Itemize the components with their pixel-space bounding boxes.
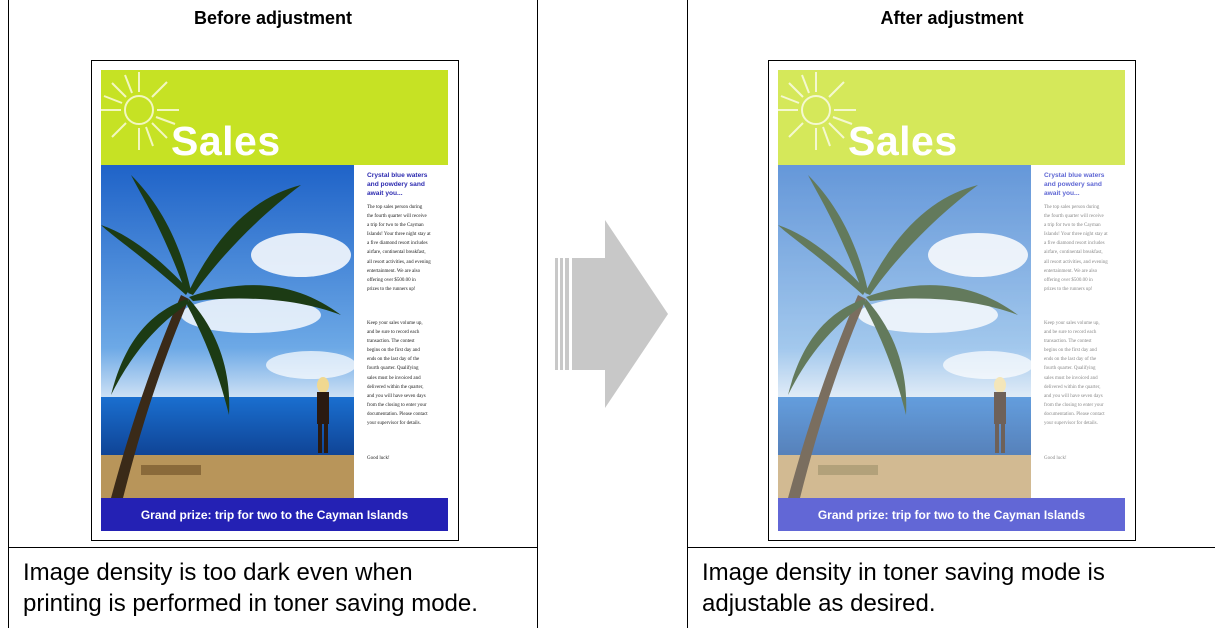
banner-text: Grand prize: trip for two to the Cayman … (817, 508, 1086, 522)
before-title: Before adjustment (193, 8, 353, 28)
beach-photo (101, 165, 356, 498)
sidebar-heading: Crystal blue waters and powdery sand await… (367, 172, 428, 197)
flyer-header: Sales Contest (101, 70, 448, 211)
sidebar-paragraph-2: Keep your sales volume up, and be sure to… (367, 321, 428, 427)
after-flyer-frame: Sales Contest (768, 60, 1136, 541)
after-divider (688, 547, 1215, 548)
after-title: After adjustment (880, 8, 1024, 28)
after-caption: Image density in toner saving mode is ad… (702, 559, 1105, 617)
before-flyer: Sales Contest (101, 70, 448, 531)
right-arrow-icon (555, 220, 668, 408)
flyer-header: Sales Contest (778, 70, 1125, 211)
before-flyer-frame: Sales Contest (91, 60, 459, 541)
sidebar-closing: Good luck! (1044, 456, 1067, 461)
after-flyer: Sales Contest (778, 70, 1125, 531)
flyer-sidebar: Crystal blue waters and powdery sand await… (1031, 165, 1125, 498)
before-panel: Before adjustment Sales Contest (8, 0, 538, 628)
sidebar-paragraph-2: Keep your sales volume up, and be sure to… (1044, 321, 1105, 427)
sidebar-paragraph-1: The top sales person during the fourth qu… (1044, 205, 1108, 292)
flyer-banner: Grand prize: trip for two to the Cayman … (778, 498, 1125, 531)
before-divider (9, 547, 537, 548)
flyer-sidebar: Crystal blue waters and powdery sand await… (354, 165, 448, 498)
flyer-banner: Grand prize: trip for two to the Cayman … (101, 498, 448, 531)
after-panel: After adjustment Sales Contest (687, 0, 1215, 628)
banner-text: Grand prize: trip for two to the Cayman … (140, 508, 409, 522)
before-caption: Image density is too dark even when prin… (23, 559, 478, 617)
sidebar-heading: Crystal blue waters and powdery sand await… (1044, 172, 1105, 197)
beach-photo (778, 165, 1033, 498)
sidebar-closing: Good luck! (367, 456, 390, 461)
sidebar-paragraph-1: The top sales person during the fourth qu… (367, 205, 431, 292)
